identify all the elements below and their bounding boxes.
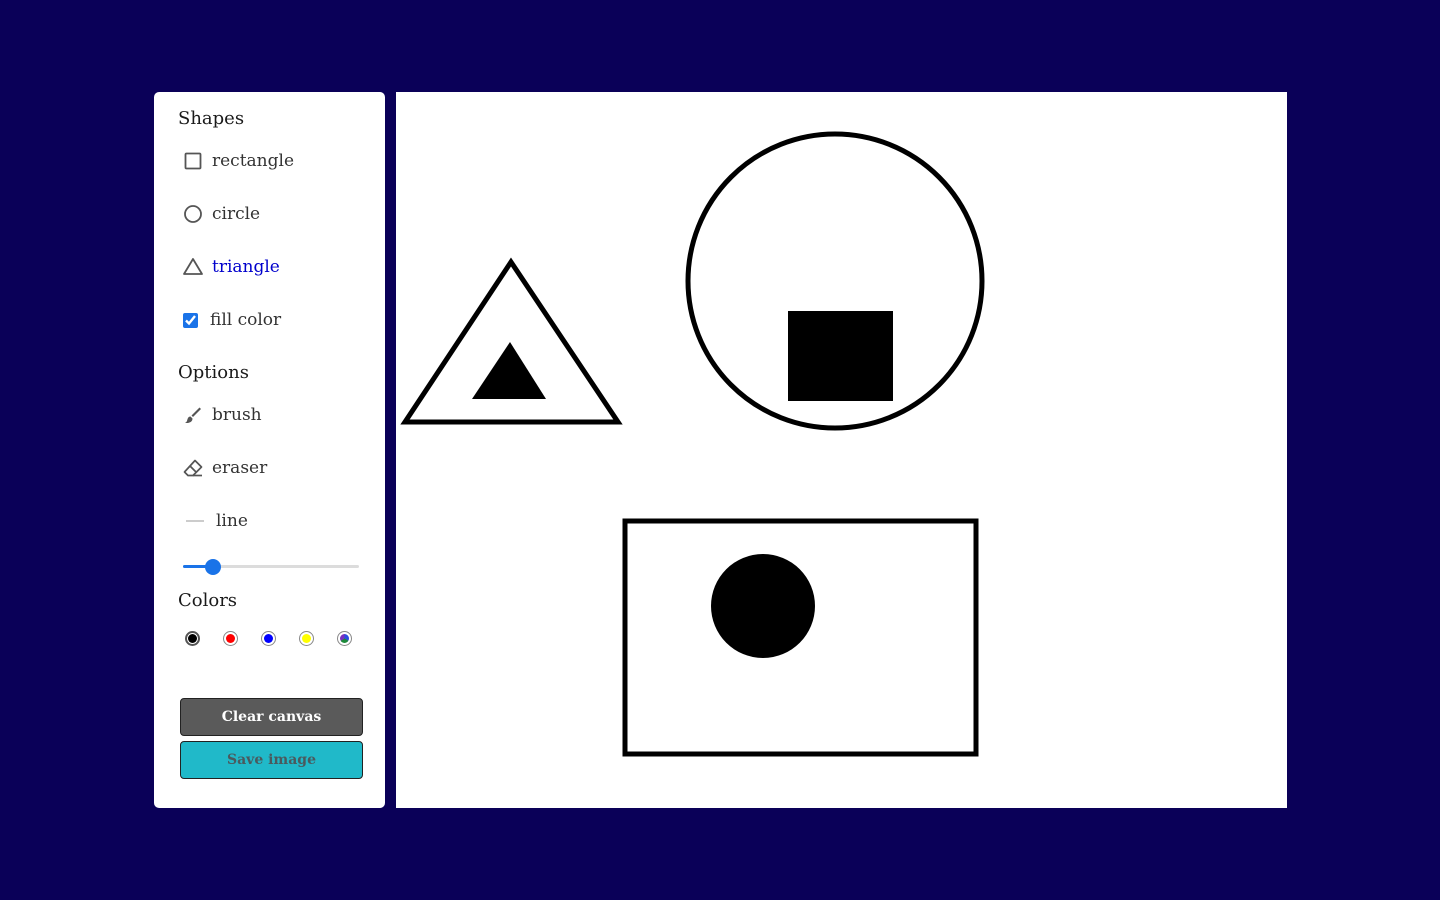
line-icon xyxy=(182,510,208,532)
fill-color-label: fill color xyxy=(210,310,282,330)
options-title: Options xyxy=(178,362,249,383)
circle-outline-icon xyxy=(182,203,204,225)
tool-circle[interactable]: circle xyxy=(182,203,260,225)
toolbox-panel: Shapes rectangle circle triangle fill co… xyxy=(154,92,385,808)
color-swatch-yellow[interactable] xyxy=(299,631,314,646)
size-slider-thumb[interactable] xyxy=(204,559,221,575)
fill-color-checkbox[interactable] xyxy=(183,312,198,328)
canvas-drawing xyxy=(400,131,985,757)
triangle-outline-icon xyxy=(182,256,204,278)
save-image-button[interactable]: Save image xyxy=(180,741,363,779)
drawing-canvas[interactable] xyxy=(396,92,1287,808)
tool-triangle[interactable]: triangle xyxy=(182,256,280,278)
fill-color-option[interactable]: fill color xyxy=(182,310,281,330)
color-dot xyxy=(302,634,311,643)
color-picker[interactable] xyxy=(337,631,352,646)
square-outline-icon xyxy=(182,150,204,172)
color-picker-icon xyxy=(340,634,349,643)
tool-eraser-label: eraser xyxy=(212,458,268,478)
tool-line[interactable]: line xyxy=(182,510,248,532)
tool-brush[interactable]: brush xyxy=(182,404,262,426)
brush-icon xyxy=(182,404,204,426)
tool-line-label: line xyxy=(216,511,248,531)
drawn-rectangle-filled xyxy=(788,311,893,401)
tool-eraser[interactable]: eraser xyxy=(182,457,267,479)
color-dot xyxy=(188,634,197,643)
shapes-title: Shapes xyxy=(178,108,245,129)
tool-rectangle[interactable]: rectangle xyxy=(182,150,294,172)
color-swatch-black[interactable] xyxy=(185,631,200,646)
color-swatches xyxy=(185,631,375,646)
colors-title: Colors xyxy=(178,590,238,611)
color-swatch-blue[interactable] xyxy=(261,631,276,646)
tool-brush-label: brush xyxy=(212,405,262,425)
eraser-icon xyxy=(182,457,204,479)
clear-canvas-button[interactable]: Clear canvas xyxy=(180,698,363,736)
tool-circle-label: circle xyxy=(212,204,261,224)
drawn-circle-filled xyxy=(711,554,815,658)
tool-triangle-label: triangle xyxy=(212,257,280,277)
tool-rectangle-label: rectangle xyxy=(212,151,295,171)
color-dot xyxy=(226,634,235,643)
color-swatch-red[interactable] xyxy=(223,631,238,646)
drawn-triangle-filled xyxy=(472,342,546,399)
size-slider[interactable] xyxy=(183,558,359,575)
color-dot xyxy=(264,634,273,643)
